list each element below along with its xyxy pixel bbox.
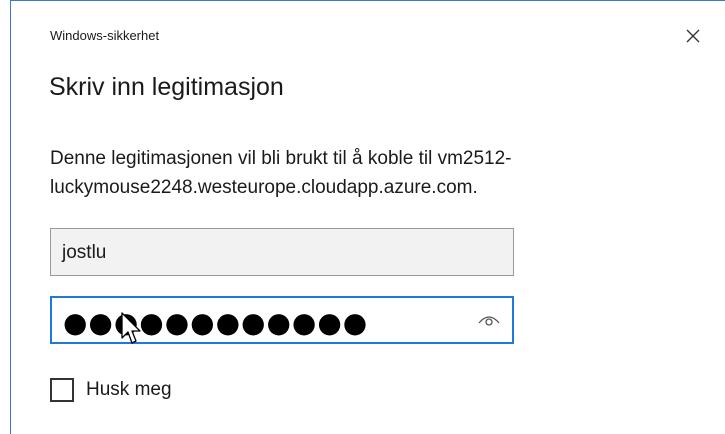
reveal-password-button[interactable]: [476, 309, 502, 331]
remember-me-checkbox[interactable]: [50, 378, 74, 402]
remember-me-row[interactable]: Husk meg: [50, 376, 172, 404]
dialog-description: Denne legitimasjonen vil bli brukt til å…: [50, 148, 512, 198]
close-button[interactable]: [673, 19, 713, 53]
username-field[interactable]: jostlu: [50, 228, 514, 276]
dialog-heading: Skriv inn legitimasjon: [49, 73, 284, 101]
close-icon: [686, 29, 700, 43]
title-bar: Windows-sikkerhet: [11, 1, 724, 43]
password-value: ●●●●●●●●●●●●: [63, 306, 369, 339]
password-field[interactable]: ●●●●●●●●●●●●: [50, 296, 514, 344]
eye-icon: [478, 316, 500, 326]
credential-dialog: Windows-sikkerhet Skriv inn legitimasjon…: [10, 0, 725, 434]
remember-me-label[interactable]: Husk meg: [86, 379, 172, 401]
window-title: Windows-sikkerhet: [50, 28, 160, 43]
username-value: jostlu: [62, 242, 107, 263]
